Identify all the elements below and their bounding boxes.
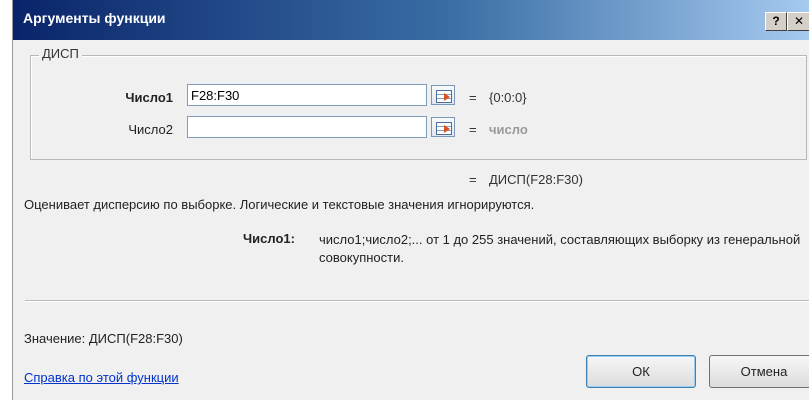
value-line: Значение: ДИСП(F28:F30)	[24, 331, 183, 346]
separator	[25, 300, 809, 302]
help-icon: ?	[772, 14, 780, 28]
close-icon: ✕	[793, 14, 805, 28]
formula-equals: =	[469, 172, 477, 187]
function-arguments-dialog: Аргументы функции ? ✕ ДИСП Число1 F28:F3…	[12, 0, 809, 400]
arg2-input[interactable]	[187, 116, 427, 138]
close-button[interactable]: ✕	[787, 12, 809, 31]
ok-button[interactable]: ОК	[586, 355, 696, 388]
arg2-equals: =	[469, 122, 477, 137]
function-description: Оценивает дисперсию по выборке. Логическ…	[24, 197, 535, 212]
help-button[interactable]: ?	[765, 12, 787, 31]
arg2-label: Число2	[128, 122, 173, 137]
dialog-title: Аргументы функции	[23, 10, 166, 26]
function-help-link[interactable]: Справка по этой функции	[24, 370, 179, 385]
function-groupbox	[30, 55, 807, 160]
arg-description-label: Число1:	[243, 231, 295, 246]
cancel-button[interactable]: Отмена	[709, 355, 809, 388]
arg1-label: Число1	[125, 90, 173, 105]
title-bar[interactable]: Аргументы функции ? ✕	[13, 0, 809, 40]
arg-description-text: число1;число2;... от 1 до 255 значений, …	[319, 232, 801, 265]
arg1-input[interactable]: F28:F30	[187, 84, 427, 106]
arg2-collapse-range-icon[interactable]	[431, 117, 455, 137]
arg1-equals: =	[469, 90, 477, 105]
function-name: ДИСП	[39, 46, 82, 61]
formula-result: ДИСП(F28:F30)	[489, 172, 583, 187]
arg1-result: {0:0:0}	[489, 90, 527, 105]
arg2-result: число	[489, 122, 528, 137]
arg1-collapse-range-icon[interactable]	[431, 85, 455, 105]
